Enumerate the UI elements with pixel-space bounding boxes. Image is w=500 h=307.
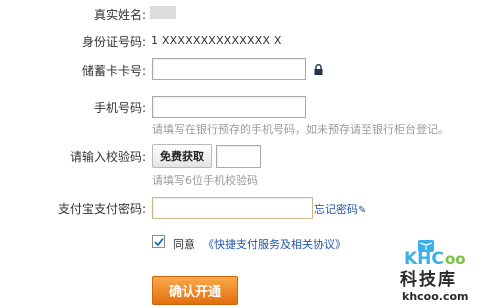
card-number-input[interactable]: [152, 58, 306, 80]
phone-label: 手机号码:: [93, 101, 146, 115]
agree-checkbox[interactable]: [152, 235, 165, 248]
forgot-password-link[interactable]: 忘记密码✎: [314, 201, 366, 217]
forgot-password-text[interactable]: 忘记密码: [314, 203, 358, 216]
verification-code-input[interactable]: [216, 145, 261, 168]
lock-icon: [314, 64, 323, 75]
svg-text:KHC: KHC: [404, 249, 444, 269]
checkmark-icon: [153, 237, 164, 246]
get-code-button[interactable]: 免费获取: [152, 144, 212, 168]
pay-password-input[interactable]: [152, 197, 313, 219]
phone-hint: 请填写在银行预存的手机号码，如未预存请至银行柜台登记。: [152, 123, 449, 136]
khcoo-watermark-logo: KHC oo 科技库 khcoo.com: [388, 236, 496, 304]
id-number-label: 身份证号码:: [81, 35, 146, 49]
confirm-open-button[interactable]: 确认开通: [152, 276, 238, 305]
phone-input[interactable]: [152, 96, 306, 118]
verification-code-label: 请输入校验码:: [69, 150, 146, 164]
real-name-masked-value: [150, 6, 176, 19]
real-name-label: 真实姓名:: [93, 8, 146, 22]
pencil-icon: ✎: [358, 205, 367, 216]
svg-text:oo: oo: [445, 250, 466, 268]
verification-code-hint: 请填写6位手机校验码: [152, 174, 258, 187]
agree-label: 同意: [173, 238, 195, 251]
khcoo-logo-image: KHC oo 科技库 khcoo.com: [400, 240, 469, 303]
pay-password-label: 支付宝支付密码:: [57, 202, 146, 216]
id-number-value: 1 XXXXXXXXXXXXXX X: [151, 34, 282, 47]
svg-text:科技库: 科技库: [400, 269, 457, 290]
card-number-label: 储蓄卡卡号:: [81, 64, 146, 78]
svg-text:khcoo.com: khcoo.com: [402, 290, 469, 303]
protocol-link[interactable]: 《快捷支付服务及相关协议》: [203, 236, 346, 252]
